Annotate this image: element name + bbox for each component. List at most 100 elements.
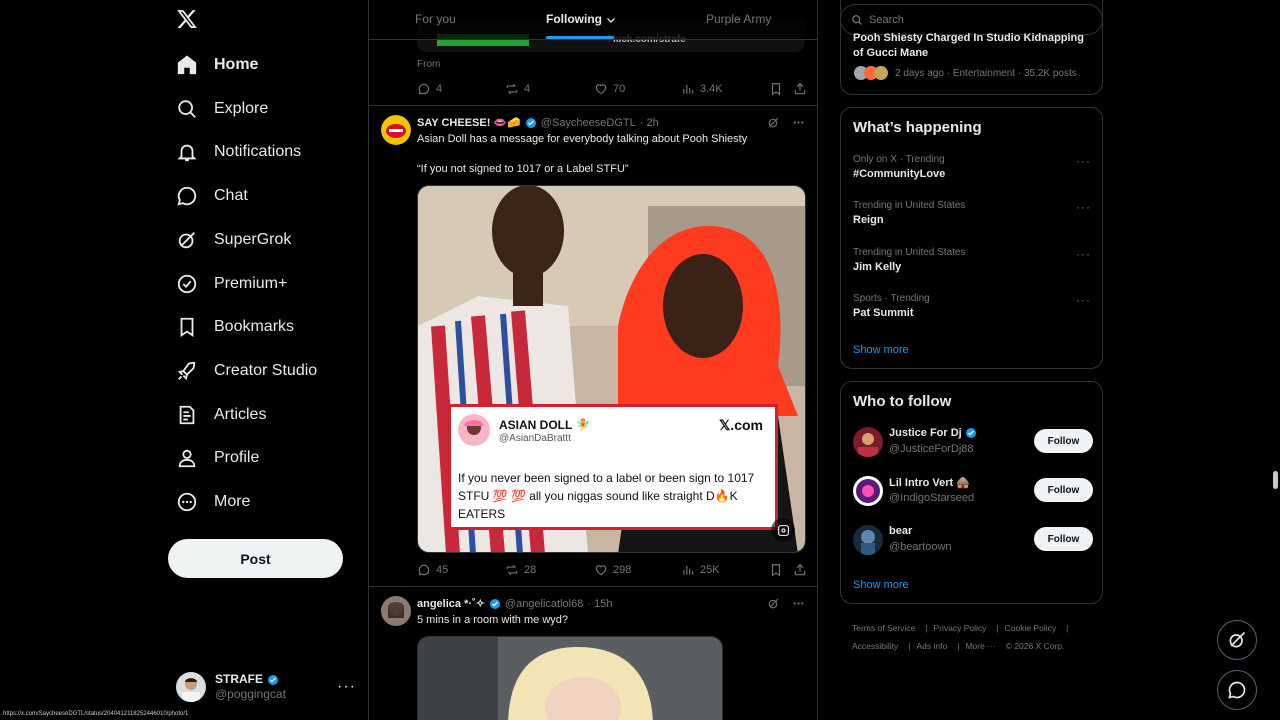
views-button[interactable]: 3.4K xyxy=(681,82,723,96)
views-icon xyxy=(681,82,695,96)
reply-button[interactable]: 4 xyxy=(417,82,442,96)
search-icon xyxy=(176,98,198,120)
follow-suggestion[interactable]: bear @beartoown Follow xyxy=(853,525,1093,559)
user-name-text: Justice For Dj xyxy=(889,427,962,439)
verified-icon xyxy=(176,273,198,295)
nav-bookmarks[interactable]: Bookmarks xyxy=(176,305,294,349)
bookmark-button[interactable] xyxy=(769,82,783,96)
views-button[interactable]: 25K xyxy=(681,563,720,577)
chat-icon xyxy=(1227,680,1247,700)
author-name[interactable]: SAY CHEESE! 👄🧀 xyxy=(417,116,521,129)
grok-icon[interactable] xyxy=(767,597,780,610)
grok-image-icon[interactable] xyxy=(771,518,795,542)
repost-icon xyxy=(505,563,519,577)
footer-link[interactable]: Ads info xyxy=(917,641,948,651)
account-switcher[interactable]: STRAFE @poggingcat ··· xyxy=(176,668,356,706)
author-name[interactable]: angelica *·˚✧ xyxy=(417,597,485,610)
nav-notifications[interactable]: Notifications xyxy=(176,130,301,174)
nav-creator-studio[interactable]: Creator Studio xyxy=(176,349,317,393)
nav-more[interactable]: More xyxy=(176,480,250,524)
follow-suggestion[interactable]: Justice For Dj @JusticeForDj88 Follow xyxy=(853,427,1093,461)
tweet-time[interactable]: · 15h xyxy=(587,598,612,610)
tab-following[interactable]: Following xyxy=(546,12,617,26)
share-button[interactable] xyxy=(793,82,807,96)
share-icon xyxy=(793,563,807,577)
view-count: 25K xyxy=(700,564,720,576)
follow-button[interactable]: Follow xyxy=(1034,478,1093,502)
tweet-actions: 45 28 298 25K xyxy=(417,563,809,579)
avatar[interactable] xyxy=(381,596,411,626)
post-button[interactable]: Post xyxy=(168,539,343,578)
more-dots-icon[interactable]: ··· xyxy=(1076,154,1091,168)
more-dots-icon[interactable]: ··· xyxy=(1076,293,1091,307)
tweet-time[interactable]: · 2h xyxy=(640,117,659,129)
author-handle[interactable]: @angelicatlol68 xyxy=(505,598,583,610)
tweet-actions: 4 4 70 3.4K xyxy=(417,82,809,98)
tweet-text: Asian Doll has a message for everybody t… xyxy=(417,133,748,145)
trend-item[interactable]: Trending in United States Jim Kelly ··· xyxy=(853,247,1091,273)
nav-supergrok[interactable]: SuperGrok xyxy=(176,218,291,262)
nav-premium[interactable]: Premium+ xyxy=(176,262,287,306)
divider xyxy=(369,105,817,106)
news-card[interactable]: Pooh Shiesty Charged In Studio Kidnappin… xyxy=(840,0,1103,95)
bookmark-button[interactable] xyxy=(769,563,783,577)
share-button[interactable] xyxy=(793,563,807,577)
trend-context: Only on X · Trending xyxy=(853,154,945,165)
repost-button[interactable]: 4 xyxy=(505,82,530,96)
grok-icon xyxy=(1227,630,1247,650)
more-dots-icon[interactable]: ··· xyxy=(1076,247,1091,261)
account-name: STRAFE xyxy=(215,672,263,686)
tab-purple-army[interactable]: Purple Army xyxy=(706,12,771,26)
repost-button[interactable]: 28 xyxy=(505,563,536,577)
x-logo-icon[interactable] xyxy=(176,8,204,36)
trend-item[interactable]: Sports · Trending Pat Summit ··· xyxy=(853,293,1091,319)
follow-suggestion[interactable]: Lil Intro Vert 🛖 @IndigoStarseed Follow xyxy=(853,476,1093,510)
more-dots-icon[interactable] xyxy=(792,597,805,610)
author-handle[interactable]: @SaycheeseDGTL xyxy=(541,117,636,129)
reply-icon xyxy=(417,563,431,577)
nav-label: Premium+ xyxy=(214,275,288,292)
show-more-link[interactable]: Show more xyxy=(853,344,909,356)
footer-link[interactable]: Privacy Policy xyxy=(934,623,987,633)
timeline[interactable]: For you Following Purple Army kick.com/s… xyxy=(368,0,818,720)
grok-fab[interactable] xyxy=(1217,620,1257,660)
footer-link[interactable]: More ··· xyxy=(965,641,995,651)
tweet-photo[interactable] xyxy=(417,636,723,720)
more-dots-icon[interactable] xyxy=(792,116,805,129)
more-dots-icon[interactable]: ··· xyxy=(337,678,356,696)
follow-button[interactable]: Follow xyxy=(1034,429,1093,453)
avatar[interactable] xyxy=(381,115,411,145)
nav-label: Explore xyxy=(214,100,269,117)
avatar xyxy=(458,414,490,446)
news-title-text: Pooh Shiesty Charged In Studio Kidnappin… xyxy=(853,32,1084,59)
avatar-stack xyxy=(853,65,889,81)
bell-icon xyxy=(176,141,198,163)
footer-link[interactable]: Accessibility xyxy=(852,641,898,651)
trend-item[interactable]: Trending in United States Reign ··· xyxy=(853,200,1091,226)
chat-fab[interactable] xyxy=(1217,670,1257,710)
nav-explore[interactable]: Explore xyxy=(176,87,268,131)
nav-profile[interactable]: Profile xyxy=(176,436,259,480)
nav-label: Bookmarks xyxy=(214,318,295,335)
quote-author-handle: @AsianDaBrattt xyxy=(499,433,571,444)
more-dots-icon[interactable]: ··· xyxy=(1076,200,1091,214)
status-bar-url: https://x.com/SaycheeseDGTL/status/20404… xyxy=(0,710,192,720)
grok-icon[interactable] xyxy=(767,116,780,129)
tab-for-you[interactable]: For you xyxy=(415,12,456,26)
footer-link[interactable]: Cookie Policy xyxy=(1005,623,1057,633)
follow-button[interactable]: Follow xyxy=(1034,527,1093,551)
tweet-header: SAY CHEESE! 👄🧀 @SaycheeseDGTL · 2h xyxy=(417,116,659,130)
show-more-link[interactable]: Show more xyxy=(853,579,909,591)
quote-text: If you never been signed to a label or b… xyxy=(458,471,755,521)
nav-chat[interactable]: Chat xyxy=(176,174,248,218)
nav-articles[interactable]: Articles xyxy=(176,393,266,437)
like-button[interactable]: 70 xyxy=(594,82,625,96)
tweet-photo[interactable]: ASIAN DOLL 🧚 @AsianDaBrattt 𝕏.com If you… xyxy=(417,185,806,553)
page-scrollbar[interactable] xyxy=(1273,471,1278,489)
nav-home[interactable]: Home xyxy=(176,43,258,87)
footer-link[interactable]: Terms of Service xyxy=(852,623,915,633)
bookmark-icon xyxy=(769,563,783,577)
trend-item[interactable]: Only on X · Trending #CommunityLove ··· xyxy=(853,154,1091,180)
like-button[interactable]: 298 xyxy=(594,563,631,577)
reply-button[interactable]: 45 xyxy=(417,563,448,577)
